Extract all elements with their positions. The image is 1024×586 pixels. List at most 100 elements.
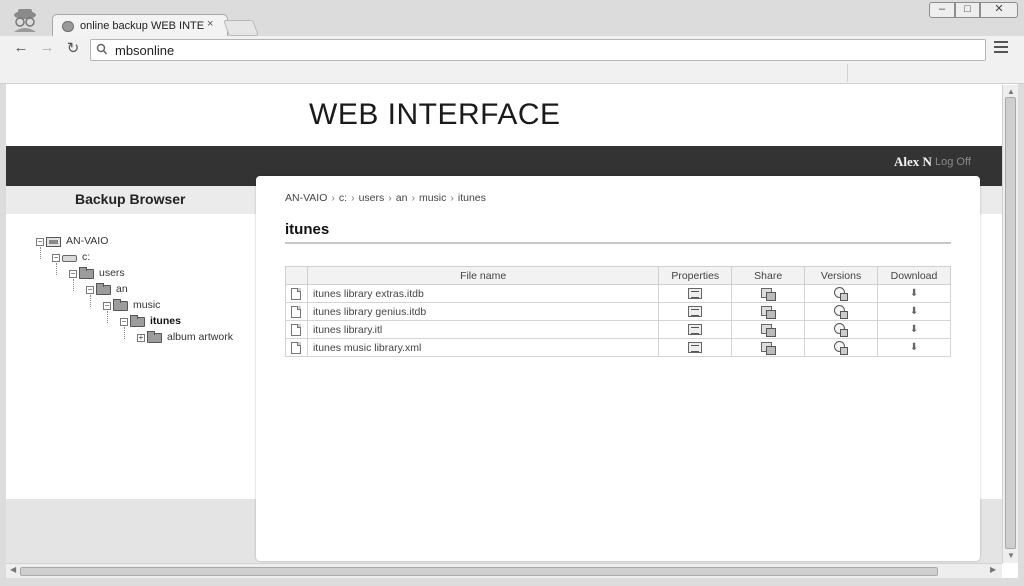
vertical-scroll-thumb[interactable]: [1005, 97, 1016, 549]
properties-icon[interactable]: [688, 324, 703, 336]
tree-connector: [73, 279, 74, 291]
folder-icon: [113, 299, 128, 311]
tree-node-label: an: [116, 283, 128, 295]
sidebar-title: Backup Browser: [75, 191, 186, 207]
breadcrumb-separator: ›: [388, 192, 392, 204]
horizontal-scrollbar[interactable]: ◀ ▶: [6, 563, 1002, 578]
column-header-share: Share: [731, 266, 806, 285]
folder-heading: itunes: [285, 221, 330, 238]
download-icon[interactable]: ⬇: [910, 324, 918, 335]
scroll-up-arrow-icon[interactable]: ▲: [1007, 87, 1015, 96]
column-header-versions: Versions: [804, 266, 879, 285]
breadcrumb-separator: ›: [351, 192, 355, 204]
download-icon[interactable]: ⬇: [910, 306, 918, 317]
breadcrumb-item[interactable]: c:: [339, 192, 347, 204]
scroll-right-arrow-icon[interactable]: ▶: [990, 565, 996, 574]
window-minimize-button[interactable]: –: [929, 2, 955, 18]
table-row: itunes music library.xml ⬇: [285, 338, 951, 357]
file-icon: [291, 341, 302, 354]
versions-icon[interactable]: [834, 341, 849, 355]
download-icon[interactable]: ⬇: [910, 342, 918, 353]
new-tab-button[interactable]: [223, 20, 259, 36]
tab-close-icon[interactable]: ×: [207, 18, 213, 30]
tree-node-label: AN-VAIO: [66, 235, 109, 247]
properties-icon[interactable]: [688, 306, 703, 318]
column-header-download: Download: [877, 266, 951, 285]
window-maximize-button[interactable]: □: [955, 2, 980, 18]
tree-connector: [107, 311, 108, 323]
tree-connector: [90, 295, 91, 307]
tree-collapse-icon[interactable]: −: [103, 302, 111, 310]
forward-arrow-icon[interactable]: →: [36, 39, 58, 56]
share-icon[interactable]: [761, 323, 777, 337]
heading-divider: [285, 242, 951, 244]
scroll-left-arrow-icon[interactable]: ◀: [10, 565, 16, 574]
breadcrumb-item[interactable]: an: [396, 192, 408, 204]
site-title: WEB INTERFACE: [309, 98, 561, 131]
breadcrumb-separator: ›: [450, 192, 454, 204]
breadcrumb-item-current[interactable]: itunes: [458, 192, 486, 204]
file-table: File name Properties Share Versions Down…: [285, 266, 951, 357]
tree-node-label: album artwork: [167, 331, 233, 343]
file-name[interactable]: itunes library extras.itdb: [306, 284, 660, 303]
share-icon[interactable]: [761, 287, 777, 301]
computer-icon: [46, 237, 61, 247]
scroll-down-arrow-icon[interactable]: ▼: [1007, 551, 1015, 560]
breadcrumb-item[interactable]: AN-VAIO: [285, 192, 327, 204]
site-header: WEB INTERFACE: [6, 85, 1002, 146]
user-name: Alex N: [894, 154, 932, 169]
file-name[interactable]: itunes music library.xml: [306, 338, 660, 357]
tree-connector: [56, 263, 57, 275]
file-browser-panel: AN-VAIO › c: › users › an › music › itunes itunes …: [256, 176, 980, 561]
tree-collapse-icon[interactable]: −: [120, 318, 128, 326]
table-row: itunes library extras.itdb ⬇: [285, 284, 951, 303]
window-frame-bottom: [0, 578, 1024, 586]
tree-collapse-icon[interactable]: −: [52, 254, 60, 262]
reload-icon[interactable]: ↻: [62, 39, 84, 57]
address-bar[interactable]: mbsonline: [90, 39, 986, 61]
share-icon[interactable]: [761, 305, 777, 319]
tree-node-label: users: [99, 267, 125, 279]
versions-icon[interactable]: [834, 287, 849, 301]
bookmarks-separator: [847, 64, 848, 82]
logoff-link[interactable]: Log Off: [935, 156, 971, 168]
tab-title: online backup WEB INTERFACE: [80, 20, 204, 32]
column-header-icon: [285, 266, 308, 285]
properties-icon[interactable]: [688, 288, 703, 300]
tree-connector: [40, 247, 41, 259]
tree-collapse-icon[interactable]: −: [36, 238, 44, 246]
menu-hamburger-icon[interactable]: [994, 41, 1008, 55]
breadcrumb-item[interactable]: users: [359, 192, 385, 204]
download-icon[interactable]: ⬇: [910, 288, 918, 299]
folder-icon: [147, 331, 162, 343]
versions-icon[interactable]: [834, 305, 849, 319]
breadcrumb-separator: ›: [331, 192, 335, 204]
address-text: mbsonline: [115, 43, 175, 58]
table-row: itunes library genius.itdb ⬇: [285, 302, 951, 321]
vertical-scrollbar[interactable]: ▲ ▼: [1002, 85, 1018, 563]
window-frame-right: [1018, 84, 1024, 578]
browser-tab-active[interactable]: online backup WEB INTERFACE ×: [52, 14, 228, 38]
window-close-button[interactable]: ✕: [980, 2, 1018, 18]
properties-icon[interactable]: [688, 342, 703, 354]
tree-expand-icon[interactable]: +: [137, 334, 145, 342]
incognito-icon: [14, 9, 36, 32]
column-header-filename[interactable]: File name: [306, 266, 660, 285]
folder-icon: [79, 267, 94, 279]
tree-node-label: music: [133, 299, 161, 311]
tree-collapse-icon[interactable]: −: [69, 270, 77, 278]
versions-icon[interactable]: [834, 323, 849, 337]
tree-node-label-selected: itunes: [150, 315, 181, 327]
column-header-properties: Properties: [658, 266, 733, 285]
tree-collapse-icon[interactable]: −: [86, 286, 94, 294]
breadcrumb-item[interactable]: music: [419, 192, 446, 204]
file-name[interactable]: itunes library genius.itdb: [306, 302, 660, 321]
file-name[interactable]: itunes library.itl: [306, 320, 660, 339]
breadcrumb-separator: ›: [411, 192, 415, 204]
page-viewport: WEB INTERFACE Alex N Log Off Backup Brow…: [6, 85, 1002, 563]
horizontal-scroll-thumb[interactable]: [20, 567, 938, 576]
share-icon[interactable]: [761, 341, 777, 355]
browser-titlebar: online backup WEB INTERFACE × – □ ✕: [0, 0, 1024, 38]
back-arrow-icon[interactable]: ←: [10, 39, 32, 56]
folder-icon: [96, 283, 111, 295]
